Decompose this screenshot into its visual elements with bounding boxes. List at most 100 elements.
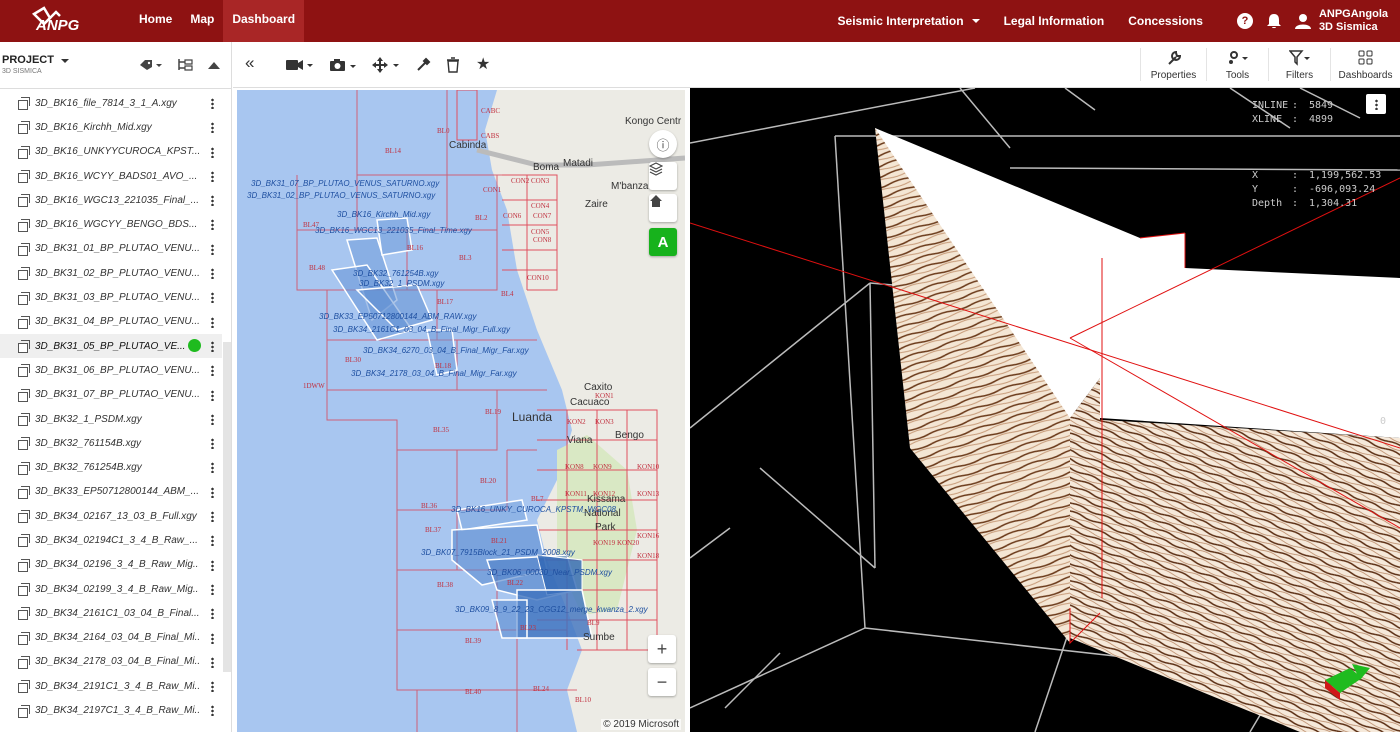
home-icon[interactable] — [649, 194, 677, 222]
list-item[interactable]: 3D_BK16_WGCYY_BENGO_BDS... — [0, 212, 222, 236]
list-item[interactable]: 3D_BK32_761154B.xgy — [0, 431, 222, 455]
list-item[interactable]: 3D_BK34_02167_13_03_B_Full.xgy — [0, 504, 222, 528]
list-item[interactable]: 3D_BK34_02196_3_4_B_Raw_Mig... — [0, 553, 222, 577]
layers-icon[interactable] — [649, 162, 677, 190]
user-avatar-icon[interactable] — [1294, 13, 1311, 29]
more-options-icon[interactable] — [211, 389, 214, 401]
info-icon[interactable]: ⓘ — [649, 130, 677, 158]
survey-label[interactable]: 3D_BK31_02_BP_PLUTAO_VENUS_SATURNO.xgy — [247, 191, 436, 200]
list-item[interactable]: 3D_BK16_UNKYYCUROCA_KPST... — [0, 140, 222, 164]
list-item[interactable]: 3D_BK31_02_BP_PLUTAO_VENU... — [0, 261, 222, 285]
more-options-icon[interactable] — [211, 583, 214, 595]
collapse-up-icon[interactable] — [207, 60, 221, 70]
map-layer-toggle-button[interactable]: A — [649, 228, 677, 256]
survey-label[interactable]: 3D_BK34_2161C1_03_04_B_Final_Migr_Full.x… — [333, 325, 511, 334]
survey-label[interactable]: 3D_BK16_Kirchh_Mid.xgy — [337, 210, 431, 219]
notification-bell-icon[interactable] — [1265, 13, 1283, 29]
more-options-icon[interactable] — [211, 268, 214, 280]
more-options-icon[interactable] — [211, 681, 214, 693]
tag-icon[interactable] — [139, 59, 163, 71]
more-options-icon[interactable] — [211, 559, 214, 571]
more-options-icon[interactable] — [211, 705, 214, 717]
zoom-in-button[interactable]: + — [648, 635, 676, 663]
more-options-icon[interactable] — [211, 656, 214, 668]
list-item[interactable]: 3D_BK32_761254B.xgy — [0, 455, 222, 479]
project-dropdown[interactable]: PROJECT — [2, 54, 70, 66]
list-item[interactable]: 3D_BK16_Kirchh_Mid.xgy — [0, 115, 222, 139]
list-item[interactable]: 3D_BK31_07_BP_PLUTAO_VENU... — [0, 383, 222, 407]
more-options-icon[interactable] — [211, 243, 214, 255]
eyedropper-icon[interactable] — [415, 57, 431, 73]
survey-label[interactable]: 3D_BK09_8_9_22_23_CGG12_merge_kwanza_2.x… — [455, 605, 649, 614]
folder-tree-icon[interactable] — [177, 58, 193, 72]
list-item[interactable]: 3D_BK16_file_7814_3_1_A.xgy — [0, 91, 222, 115]
more-options-icon[interactable] — [211, 511, 214, 523]
video-camera-icon[interactable] — [285, 58, 315, 72]
legal-information-link[interactable]: Legal Information — [1004, 14, 1105, 28]
more-options-icon[interactable] — [211, 195, 214, 207]
list-item[interactable]: 3D_BK31_06_BP_PLUTAO_VENU... — [0, 358, 222, 382]
list-item[interactable]: 3D_BK16_WCYY_BADS01_AVO_... — [0, 164, 222, 188]
more-options-icon[interactable] — [211, 98, 214, 109]
list-item[interactable]: 3D_BK34_02194C1_3_4_B_Raw_... — [0, 528, 222, 552]
filters-button[interactable]: Filters — [1268, 48, 1330, 81]
survey-label[interactable]: 3D_BK33_EP50712800144_ABM_RAW.xgy — [319, 312, 477, 321]
dashboards-button[interactable]: Dashboards — [1330, 48, 1400, 81]
properties-button[interactable]: Properties — [1140, 48, 1206, 81]
more-options-icon[interactable] — [211, 292, 214, 304]
list-item[interactable]: 3D_BK33_EP50712800144_ABM_... — [0, 480, 222, 504]
more-options-icon[interactable] — [211, 340, 214, 352]
survey-label[interactable]: 3D_BK34_6270_03_04_B_Final_Migr_Far.xgy — [363, 346, 530, 355]
list-item[interactable]: 3D_BK16_WGC13_221035_Final_... — [0, 188, 222, 212]
viewer-menu-icon[interactable] — [1366, 94, 1386, 114]
survey-label[interactable]: 3D_BK16_UNKY_CUROCA_KPSTM_WGC08 — [451, 505, 616, 514]
survey-label[interactable]: 3D_BK32_1_PSDM.xgy — [359, 279, 445, 288]
move-arrows-icon[interactable] — [371, 56, 401, 74]
list-item[interactable]: 3D_BK34_2191C1_3_4_B_Raw_Mi... — [0, 674, 222, 698]
list-item[interactable]: 3D_BK34_02199_3_4_B_Raw_Mig... — [0, 577, 222, 601]
more-options-icon[interactable] — [211, 219, 214, 231]
camera-icon[interactable] — [329, 58, 359, 72]
list-item[interactable]: 3D_BK32_1_PSDM.xgy — [0, 407, 222, 431]
more-options-icon[interactable] — [211, 438, 214, 450]
survey-label[interactable]: 3D_BK34_2178_03_04_B_Final_Migr_Far.xgy — [351, 369, 518, 378]
list-item[interactable]: 3D_BK34_2197C1_3_4_B_Raw_Mi... — [0, 698, 222, 722]
more-options-icon[interactable] — [211, 608, 214, 620]
seismic-3d-viewer[interactable]: INLINE : 5849 XLINE : 4899 X : 1,199,562… — [690, 88, 1400, 732]
more-options-icon[interactable] — [211, 316, 214, 328]
list-item[interactable]: 3D_BK34_2178_03_04_B_Final_Mi... — [0, 650, 222, 674]
user-account[interactable]: ANPGAngola 3D Sismica — [1319, 8, 1388, 34]
zoom-out-button[interactable]: − — [648, 668, 676, 696]
survey-label[interactable]: 3D_BK06_00030_Near_PSDM.xgy — [487, 568, 613, 577]
more-options-icon[interactable] — [211, 122, 214, 134]
list-item[interactable]: 3D_BK31_05_BP_PLUTAO_VE... — [0, 333, 222, 359]
star-icon[interactable]: ★ — [476, 54, 490, 74]
survey-label[interactable]: 3D_BK31_07_BP_PLUTAO_VENUS_SATURNO.xgy — [251, 179, 440, 188]
concessions-link[interactable]: Concessions — [1128, 14, 1203, 28]
trash-icon[interactable] — [446, 57, 460, 73]
more-options-icon[interactable] — [211, 486, 214, 498]
more-options-icon[interactable] — [211, 632, 214, 644]
survey-label[interactable]: 3D_BK16_WGC13_221035_Final_Time.xgy — [315, 226, 473, 235]
nav-map[interactable]: Map — [181, 0, 223, 42]
tools-button[interactable]: Tools — [1206, 48, 1268, 81]
more-options-icon[interactable] — [211, 365, 214, 377]
nav-home[interactable]: Home — [130, 0, 181, 42]
more-options-icon[interactable] — [211, 535, 214, 547]
anpg-logo[interactable]: ANPG — [0, 0, 130, 42]
more-options-icon[interactable] — [211, 146, 214, 158]
list-item[interactable]: 3D_BK31_04_BP_PLUTAO_VENU... — [0, 310, 222, 334]
survey-label[interactable]: 3D_BK32_761254B.xgy — [353, 269, 439, 278]
list-item[interactable]: 3D_BK31_03_BP_PLUTAO_VENU... — [0, 285, 222, 309]
list-item[interactable]: 3D_BK34_2161C1_03_04_B_Final... — [0, 601, 222, 625]
collapse-left-icon[interactable]: « — [245, 53, 254, 73]
more-options-icon[interactable] — [211, 413, 214, 425]
seismic-interpretation-menu[interactable]: Seismic Interpretation — [838, 14, 980, 28]
more-options-icon[interactable] — [211, 170, 214, 182]
list-item[interactable]: 3D_BK34_2164_03_04_B_Final_Mi... — [0, 626, 222, 650]
survey-label[interactable]: 3D_BK07_7915Block_21_PSDM_2008.xgy — [421, 548, 576, 557]
project-list-scrollbar[interactable] — [223, 342, 231, 672]
nav-dashboard[interactable]: Dashboard — [223, 0, 305, 42]
help-icon[interactable]: ? — [1236, 13, 1253, 29]
concession-map[interactable]: Cabinda Boma Matadi Kongo Centr M'banza Zaire… — [237, 90, 685, 732]
